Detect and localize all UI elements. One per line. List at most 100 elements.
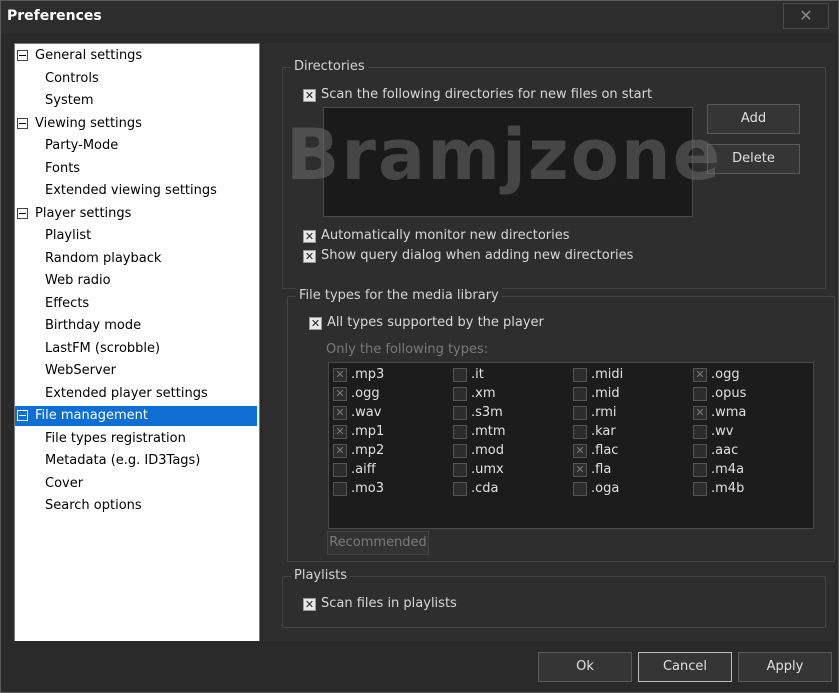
file-type-checkbox[interactable] xyxy=(453,387,467,401)
tree-item-label: File types registration xyxy=(45,430,186,446)
tree-item-extended-viewing-settings[interactable]: Extended viewing settings xyxy=(45,181,217,201)
file-type-checkbox[interactable] xyxy=(453,406,467,420)
file-type-item[interactable]: .midi xyxy=(569,366,687,384)
file-type-checkbox[interactable] xyxy=(453,368,467,382)
file-type-checkbox[interactable]: ✕ xyxy=(333,406,347,420)
file-type-checkbox[interactable]: ✕ xyxy=(573,444,587,458)
tree-item-party-mode[interactable]: Party-Mode xyxy=(45,136,118,156)
file-type-checkbox[interactable] xyxy=(453,482,467,496)
tree-item-birthday-mode[interactable]: Birthday mode xyxy=(45,316,141,336)
scan-directories-checkbox[interactable]: ✕ xyxy=(303,89,316,102)
file-type-checkbox[interactable] xyxy=(573,368,587,382)
file-type-item[interactable]: ✕ .flac xyxy=(569,442,687,460)
file-type-item[interactable]: .opus xyxy=(689,385,807,403)
cancel-button[interactable]: Cancel xyxy=(638,652,732,682)
file-type-item[interactable]: .rmi xyxy=(569,404,687,422)
close-button[interactable]: ✕ xyxy=(783,3,829,29)
file-type-checkbox[interactable] xyxy=(333,482,347,496)
file-type-checkbox[interactable]: ✕ xyxy=(693,406,707,420)
file-type-label: .m4a xyxy=(711,462,745,477)
file-type-checkbox[interactable]: ✕ xyxy=(333,425,347,439)
file-type-label: .mp2 xyxy=(351,443,385,458)
file-type-item[interactable]: ✕ .wma xyxy=(689,404,807,422)
tree-item-player-settings[interactable]: Player settings xyxy=(15,204,131,224)
file-type-item[interactable]: .kar xyxy=(569,423,687,441)
file-type-checkbox[interactable] xyxy=(573,406,587,420)
tree-item-search-options[interactable]: Search options xyxy=(45,496,142,516)
show-query-dialog-checkbox[interactable]: ✕ xyxy=(303,250,316,263)
file-type-item[interactable]: .cda xyxy=(449,480,567,498)
tree-item-web-radio[interactable]: Web radio xyxy=(45,271,111,291)
file-type-item[interactable]: ✕ .mp3 xyxy=(329,366,447,384)
file-type-item[interactable]: .aiff xyxy=(329,461,447,479)
file-type-checkbox[interactable]: ✕ xyxy=(333,368,347,382)
file-type-item[interactable]: ✕ .mp1 xyxy=(329,423,447,441)
file-type-label: .oga xyxy=(591,481,620,496)
file-type-item[interactable]: .mo3 xyxy=(329,480,447,498)
file-type-checkbox[interactable] xyxy=(573,425,587,439)
tree-item-file-types-registration[interactable]: File types registration xyxy=(45,429,186,449)
tree-item-webserver[interactable]: WebServer xyxy=(45,361,116,381)
tree-item-lastfm-scrobble[interactable]: LastFM (scrobble) xyxy=(45,339,160,359)
file-type-item[interactable]: .oga xyxy=(569,480,687,498)
file-type-checkbox[interactable] xyxy=(573,482,587,496)
collapse-minus-icon[interactable] xyxy=(17,207,28,219)
file-type-checkbox[interactable] xyxy=(453,425,467,439)
tree-item-file-management[interactable]: File management xyxy=(15,406,257,426)
file-type-label: .s3m xyxy=(471,405,503,420)
file-type-item[interactable]: ✕ .ogg xyxy=(329,385,447,403)
file-type-item[interactable]: .aac xyxy=(689,442,807,460)
file-type-item[interactable]: .m4b xyxy=(689,480,807,498)
collapse-minus-icon[interactable] xyxy=(17,117,28,129)
file-type-item[interactable]: .s3m xyxy=(449,404,567,422)
file-type-checkbox[interactable]: ✕ xyxy=(573,463,587,477)
tree-item-label: Playlist xyxy=(45,228,92,243)
tree-item-viewing-settings[interactable]: Viewing settings xyxy=(15,114,142,134)
file-type-checkbox[interactable] xyxy=(573,387,587,401)
tree-item-system[interactable]: System xyxy=(45,91,93,111)
tree-item-playlist[interactable]: Playlist xyxy=(45,226,91,246)
tree-item-metadata-e-g-id3tags[interactable]: Metadata (e.g. ID3Tags) xyxy=(45,451,200,471)
file-type-item[interactable]: .wv xyxy=(689,423,807,441)
file-type-checkbox[interactable] xyxy=(453,444,467,458)
file-type-item[interactable]: .m4a xyxy=(689,461,807,479)
file-type-checkbox[interactable]: ✕ xyxy=(333,387,347,401)
file-type-checkbox[interactable] xyxy=(693,482,707,496)
file-type-checkbox[interactable] xyxy=(693,463,707,477)
collapse-minus-icon[interactable] xyxy=(17,50,28,61)
file-type-item[interactable]: ✕ .fla xyxy=(569,461,687,479)
tree-item-extended-player-settings[interactable]: Extended player settings xyxy=(45,384,208,404)
tree-item-controls[interactable]: Controls xyxy=(45,69,99,89)
file-type-item[interactable]: .mod xyxy=(449,442,567,460)
file-type-checkbox[interactable] xyxy=(693,387,707,401)
tree-item-fonts[interactable]: Fonts xyxy=(45,159,80,179)
tree-item-label: Controls xyxy=(45,70,99,86)
file-type-checkbox[interactable] xyxy=(453,463,467,477)
file-type-item[interactable]: .mtm xyxy=(449,423,567,441)
file-type-item[interactable]: ✕ .ogg xyxy=(689,366,807,384)
file-type-item[interactable]: .umx xyxy=(449,461,567,479)
file-type-checkbox[interactable]: ✕ xyxy=(693,368,707,382)
preferences-window: Preferences ✕ General settings Controls Sy… xyxy=(0,0,839,693)
ok-button[interactable]: Ok xyxy=(538,652,632,682)
file-type-item[interactable]: .mid xyxy=(569,385,687,403)
file-type-checkbox[interactable]: ✕ xyxy=(333,444,347,458)
file-type-checkbox[interactable] xyxy=(333,463,347,477)
tree-item-cover[interactable]: Cover xyxy=(45,474,83,494)
file-type-checkbox[interactable] xyxy=(693,444,707,458)
file-type-item[interactable]: ✕ .mp2 xyxy=(329,442,447,460)
monitor-directories-checkbox[interactable]: ✕ xyxy=(303,230,316,243)
file-type-label: .m4b xyxy=(711,481,745,496)
all-types-checkbox[interactable]: ✕ xyxy=(309,317,322,330)
file-type-item[interactable]: ✕ .wav xyxy=(329,404,447,422)
apply-button[interactable]: Apply xyxy=(738,652,832,682)
collapse-minus-icon[interactable] xyxy=(17,410,28,421)
file-type-checkbox[interactable] xyxy=(693,425,707,439)
tree-item-general-settings[interactable]: General settings xyxy=(15,46,142,66)
tree-item-effects[interactable]: Effects xyxy=(45,294,89,314)
scan-playlists-checkbox[interactable]: ✕ xyxy=(303,598,316,611)
recommended-button[interactable]: Recommended xyxy=(327,531,429,555)
tree-item-random-playback[interactable]: Random playback xyxy=(45,249,161,269)
file-type-item[interactable]: .xm xyxy=(449,385,567,403)
file-type-item[interactable]: .it xyxy=(449,366,567,384)
